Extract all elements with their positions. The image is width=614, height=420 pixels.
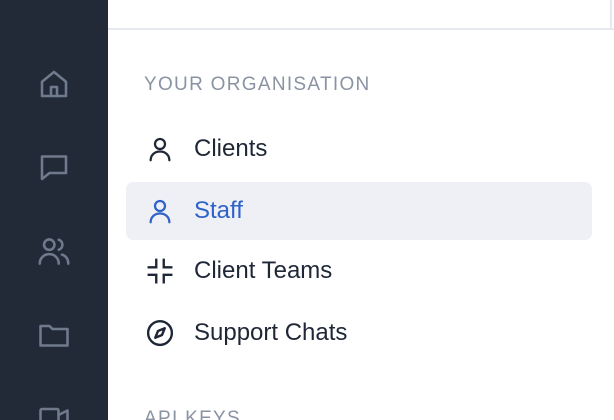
section-heading-api-keys: API KEYS: [144, 408, 241, 420]
nav-item-icon: [144, 133, 176, 165]
nav-item-support-chats[interactable]: Support Chats: [126, 304, 592, 362]
folder-icon: [39, 324, 69, 347]
nav-item-label: Staff: [194, 197, 243, 224]
users-icon: [38, 238, 70, 265]
rail-home-button[interactable]: [34, 64, 74, 104]
section-heading-organisation: YOUR ORGANISATION: [144, 74, 371, 95]
rail-people-button[interactable]: [34, 231, 74, 271]
organisation-nav-panel: YOUR ORGANISATION Clients Staff Client T…: [108, 30, 614, 420]
icon-rail: [0, 0, 108, 420]
collapse-arrows-icon: [147, 258, 173, 284]
app-window: YOUR ORGANISATION Clients Staff Client T…: [0, 0, 614, 420]
rail-files-button[interactable]: [34, 315, 74, 355]
compass-icon: [146, 319, 174, 347]
header-divider: [610, 0, 612, 30]
top-header: [108, 0, 614, 30]
nav-item-icon: [144, 195, 176, 227]
rail-messages-button[interactable]: [34, 147, 74, 187]
chat-bubble-icon: [40, 155, 68, 181]
user-icon: [149, 199, 171, 224]
nav-item-staff[interactable]: Staff: [126, 182, 592, 240]
video-camera-icon: [39, 407, 69, 420]
nav-item-client-teams[interactable]: Client Teams: [126, 242, 592, 300]
user-icon: [149, 137, 171, 162]
nav-item-icon: [144, 255, 176, 287]
nav-item-icon: [144, 317, 176, 349]
nav-item-label: Clients: [194, 135, 268, 162]
nav-item-clients[interactable]: Clients: [126, 120, 592, 178]
nav-item-label: Support Chats: [194, 319, 348, 346]
nav-item-label: Client Teams: [194, 257, 333, 284]
home-icon: [40, 70, 68, 98]
rail-video-button[interactable]: [34, 398, 74, 420]
